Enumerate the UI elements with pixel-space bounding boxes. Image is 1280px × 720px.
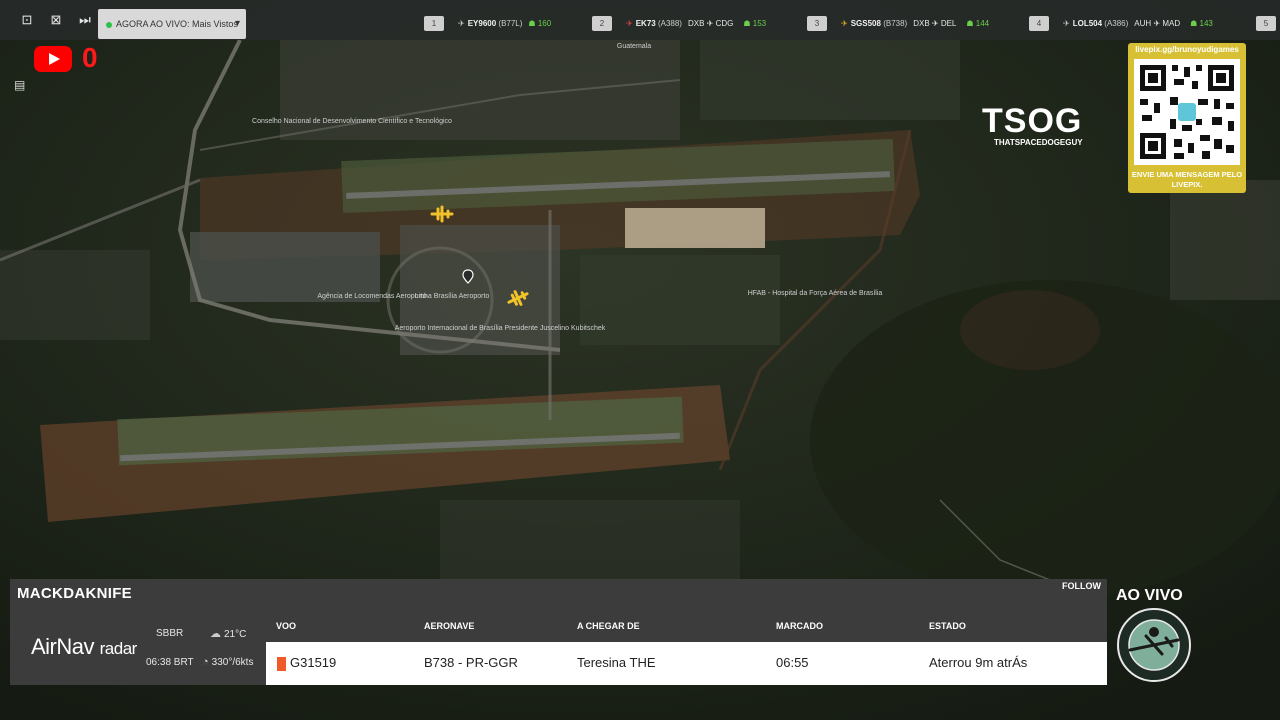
ticker-count: 160	[537, 19, 552, 28]
flight-status: Aterrou 9m atrÁs	[929, 655, 1028, 670]
map-label: Aeroporto Internacional de Brasília Pres…	[395, 325, 606, 332]
qr-code-icon	[1134, 59, 1240, 165]
channel-logo: TSOG	[982, 102, 1083, 140]
viewers-icon: ☗	[528, 19, 536, 28]
top-bar: ⊡ ⊠ ⏭ AGORA AO VIVO: Mais Vistos ▾ 1 ✈ EY9…	[0, 0, 1280, 40]
live-dropdown[interactable]: AGORA AO VIVO: Mais Vistos ▾	[98, 9, 246, 39]
ticker-rank: 5	[1256, 16, 1276, 31]
flight-info-panel: MACKDAKNIFE FOLLOW AirNav radar SBBR 06:…	[10, 579, 1107, 685]
wind-icon: ◔	[202, 656, 209, 668]
aircraft-type: B738 - PR-GGR	[424, 655, 518, 670]
chevron-down-icon: ▾	[234, 18, 240, 29]
airnav-logo: AirNav radar	[31, 634, 137, 659]
header-from: A CHEGAR DE	[577, 621, 640, 631]
ticker-item[interactable]: 2 ✈ EK73 (A388) DXB ✈ CDG ☗ 153	[592, 16, 766, 32]
layers-icon[interactable]: ▤	[14, 78, 30, 92]
ticker-count: 153	[752, 19, 767, 28]
live-label: AGORA AO VIVO:	[116, 19, 190, 29]
livepix-url: livepix.gg/brunoyudigames	[1135, 45, 1239, 54]
skip-next-icon[interactable]: ⏭	[75, 11, 95, 29]
follow-button[interactable]: FOLLOW	[1062, 581, 1101, 591]
live-value: Mais Vistos	[192, 19, 238, 29]
viewers-icon: ☗	[743, 19, 751, 28]
local-time: 06:38 BRT	[146, 657, 194, 668]
fullscreen-icon[interactable]: ⊠	[46, 11, 66, 29]
map-label: Conselho Nacional de Desenvolvimento Cie…	[252, 118, 452, 125]
scheduled-time: 06:55	[776, 655, 809, 670]
viewers-icon: ☗	[1190, 19, 1198, 28]
ticker-route: DXB ✈ DEL	[913, 19, 957, 28]
ticker-item[interactable]: 4 ✈ LOL504 (A386) AUH ✈ MAD ☗ 143	[1029, 16, 1213, 32]
plane-icon: ✈	[841, 19, 848, 28]
youtube-counter: 0	[82, 42, 98, 73]
livepix-card: livepix.gg/brunoyudigames ENVIE UMA MENS…	[1128, 43, 1246, 193]
airport-code: SBBR	[156, 628, 184, 639]
ticker-flight: EK73 (A388)	[635, 19, 682, 28]
origin: Teresina THE	[577, 655, 656, 670]
map-label: Agência de Locomendas Aeroporto	[317, 293, 426, 300]
flight-number: G31519	[290, 655, 337, 670]
flight-row[interactable]: G31519 B738 - PR-GGR Teresina THE 06:55 …	[266, 642, 1107, 685]
live-indicator-icon	[106, 21, 112, 28]
ticker-rank: 2	[592, 16, 612, 31]
temperature: 21°C	[224, 629, 247, 640]
ticker-flight: EY9600 (B77L)	[467, 19, 523, 28]
ticker-rank: 1	[424, 16, 444, 31]
livepix-message: ENVIE UMA MENSAGEM PELO LIVEPIX.	[1131, 170, 1243, 189]
map-label: Linha Brasília Aeroporto	[415, 293, 490, 300]
header-status: ESTADO	[929, 621, 966, 631]
ticker-item[interactable]: 5	[1256, 16, 1276, 32]
header-scheduled: MARCADO	[776, 621, 823, 631]
plane-icon: ✈	[626, 19, 633, 28]
youtube-icon	[34, 46, 72, 72]
channel-name: THATSPACEDOGEGUY	[994, 138, 1083, 147]
ticker-rank: 3	[807, 16, 827, 31]
sidebar-collapse-icon[interactable]: ⊡	[17, 11, 37, 29]
ticker-count: 143	[1199, 19, 1213, 28]
header-aircraft: AERONAVE	[424, 621, 475, 631]
weather-icon: ☁	[210, 628, 221, 640]
map-label: Guatemala	[617, 43, 651, 50]
viewers-icon: ☗	[966, 19, 974, 28]
ticker-route: DXB ✈ CDG	[687, 19, 734, 28]
ticker-flight: LOL504 (A386)	[1072, 19, 1129, 28]
map-label: HFAB - Hospital da Força Aérea de Brasíl…	[748, 290, 883, 297]
ticker-flight: SGS508 (B738)	[850, 19, 908, 28]
ticker-rank: 4	[1029, 16, 1049, 31]
plane-icon: ✈	[458, 19, 465, 28]
plane-icon: ✈	[1063, 19, 1070, 28]
wind: 330°/6kts	[211, 657, 254, 668]
ticker-count: 144	[975, 19, 990, 28]
ticker-route: AUH ✈ MAD	[1134, 19, 1181, 28]
ticker-item[interactable]: 1 ✈ EY9600 (B77L) ☗ 160	[424, 16, 551, 32]
channel-badge-icon	[1117, 608, 1191, 682]
ticker-item[interactable]: 3 ✈ SGS508 (B738) DXB ✈ DEL ☗ 144	[807, 16, 989, 32]
header-flight: VOO	[276, 621, 297, 631]
live-label: AO VIVO	[1116, 587, 1183, 604]
viewer-username: MACKDAKNIFE	[17, 585, 132, 602]
airline-logo-icon	[277, 656, 286, 671]
